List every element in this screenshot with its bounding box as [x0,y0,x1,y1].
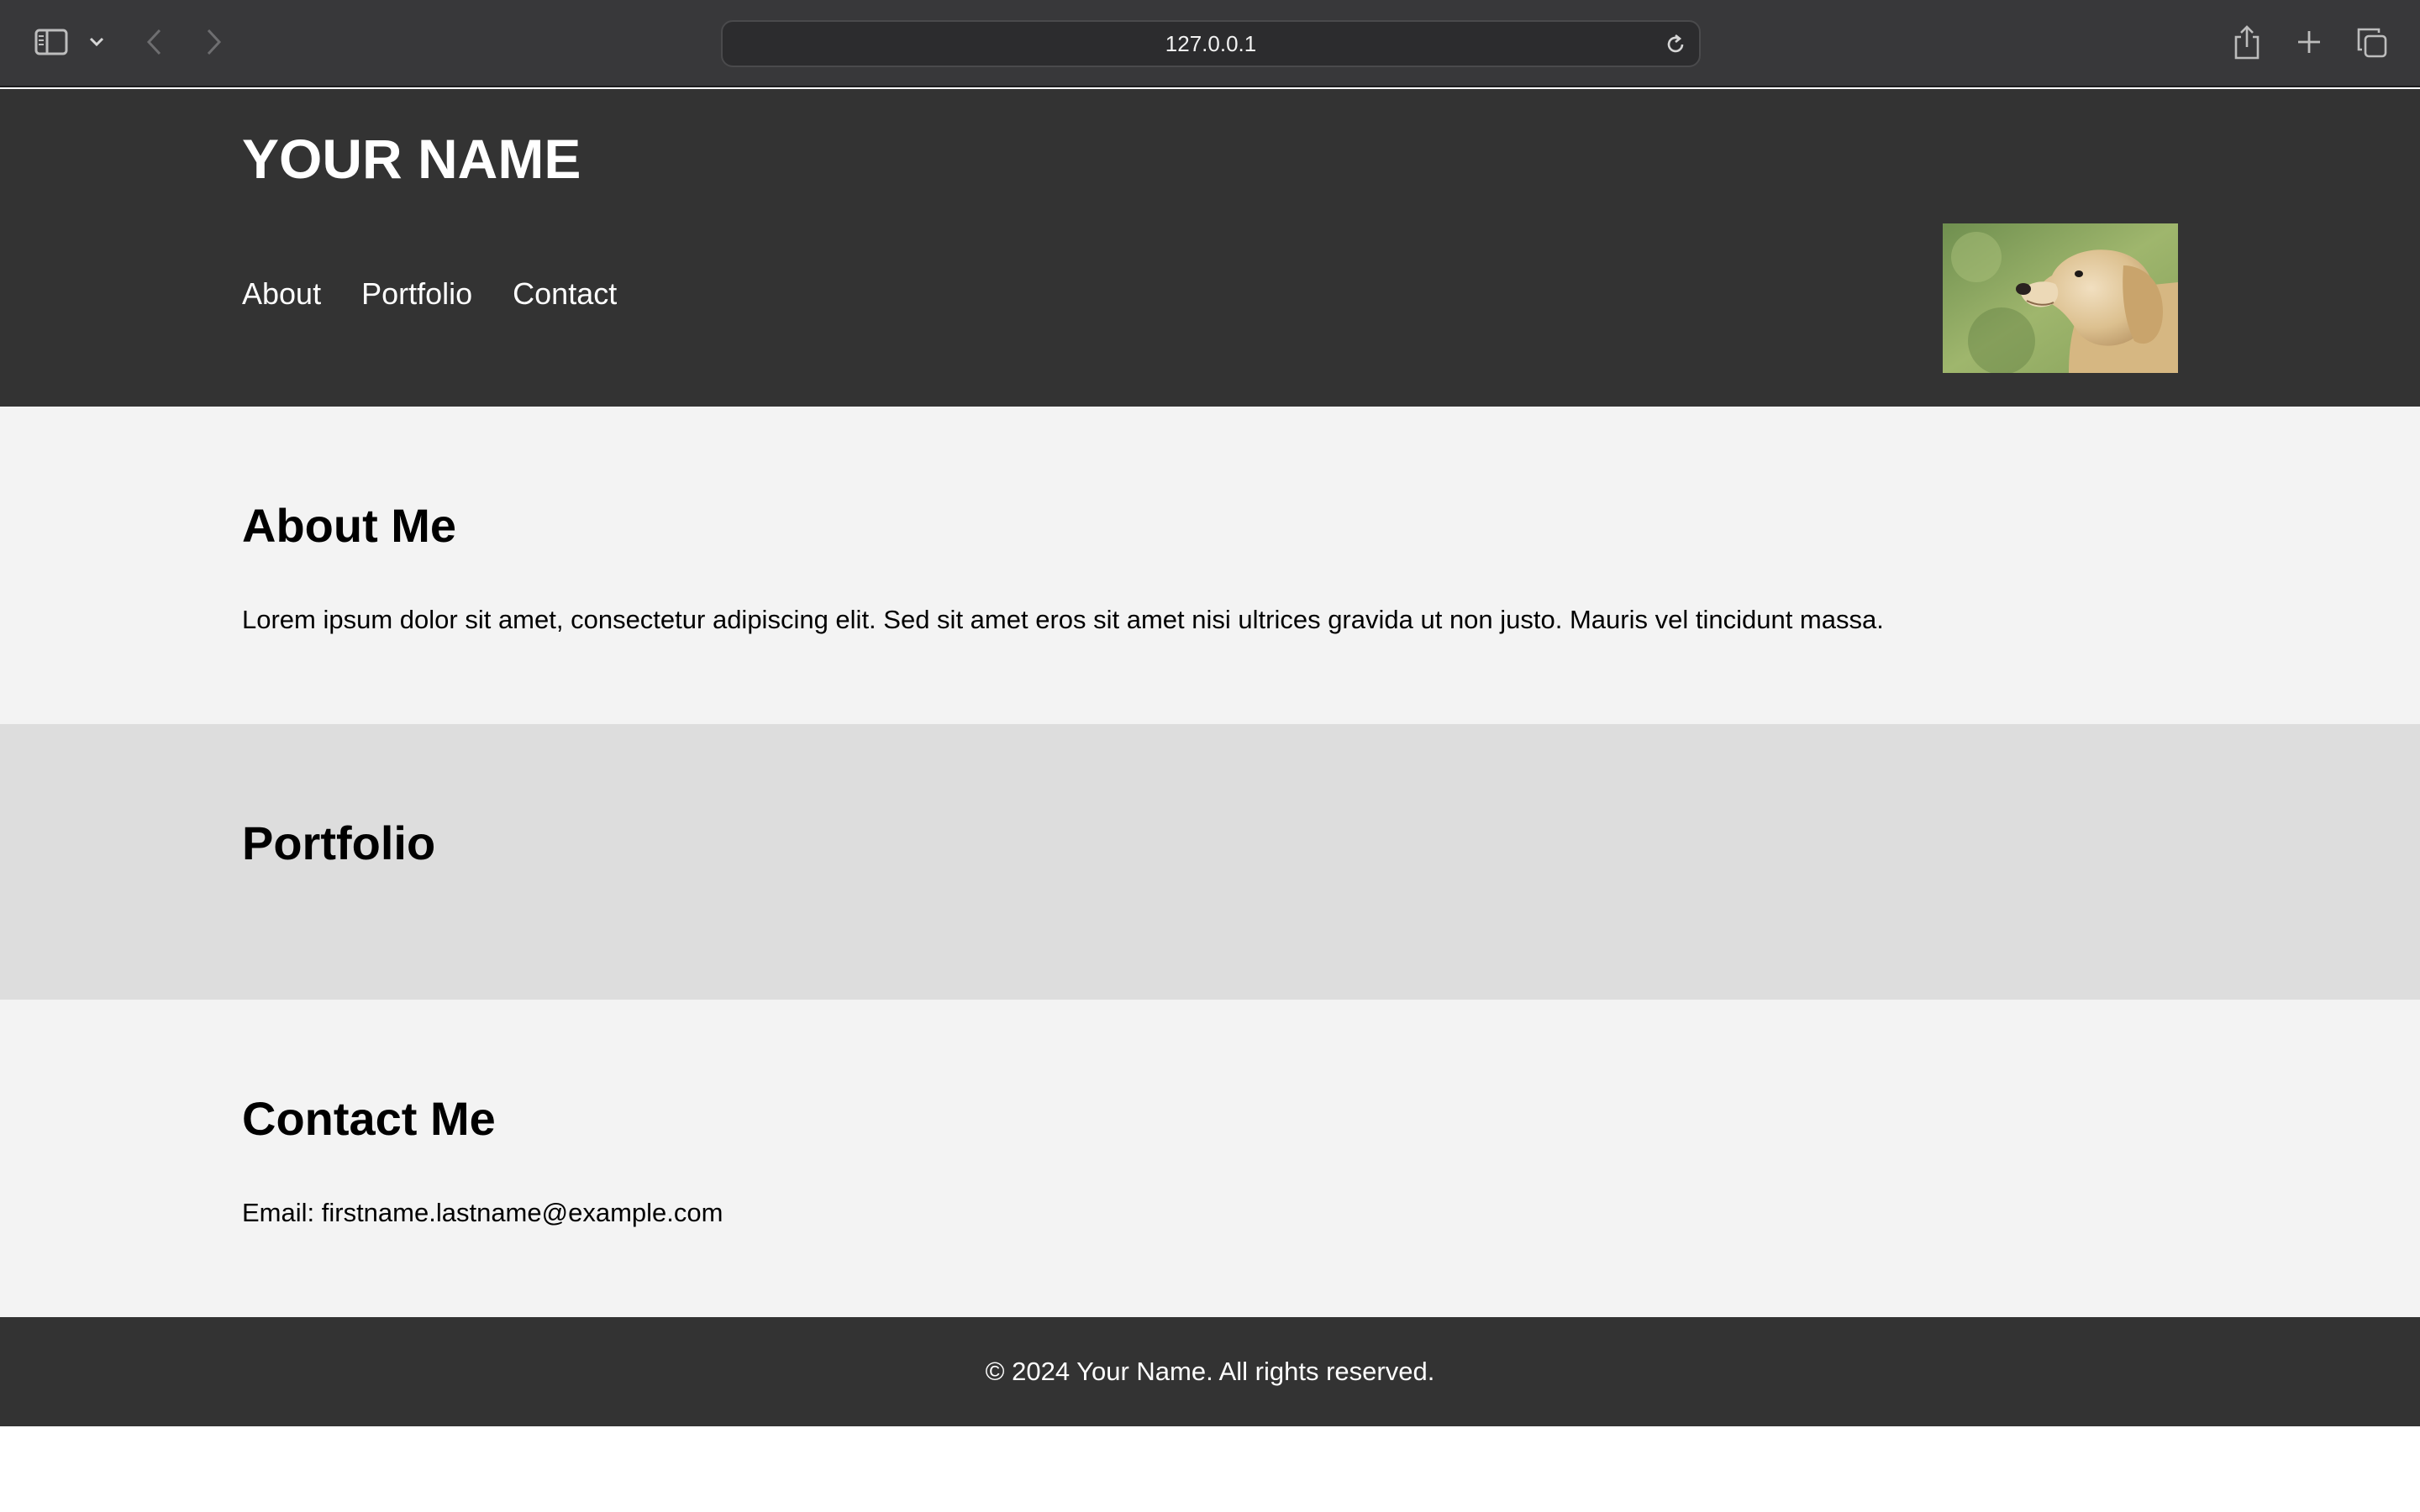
footer-copyright: © 2024 Your Name. All rights reserved. [985,1357,1435,1386]
nav-link-contact[interactable]: Contact [513,279,617,309]
sidebar-icon[interactable] [32,25,71,59]
reload-icon[interactable] [1660,29,1691,60]
back-arrow-icon[interactable] [139,25,168,59]
url-text: 127.0.0.1 [1165,30,1257,56]
browser-toolbar: 127.0.0.1 [0,0,2420,87]
nav-link-portfolio[interactable]: Portfolio [361,279,472,309]
tab-overview-icon[interactable] [2354,25,2390,60]
contact-heading: Contact Me [242,1092,496,1145]
forward-arrow-icon[interactable] [200,25,229,59]
profile-photo [1943,223,2178,373]
site-title: YOUR NAME [242,128,581,190]
share-icon[interactable] [2230,24,2264,62]
portfolio-section: Portfolio [0,724,2420,1000]
site-footer: © 2024 Your Name. All rights reserved. [0,1317,2420,1426]
site-nav: About Portfolio Contact [242,279,617,309]
about-text: Lorem ipsum dolor sit amet, consectetur … [242,605,1884,634]
contact-email: Email: firstname.lastname@example.com [242,1198,723,1227]
chevron-down-icon[interactable] [87,30,106,54]
nav-link-about[interactable]: About [242,279,321,309]
about-section: About Me Lorem ipsum dolor sit amet, con… [0,407,2420,724]
address-bar[interactable]: 127.0.0.1 [721,20,1701,67]
web-page: YOUR NAME About Portfolio Contact About … [0,89,2420,1426]
about-heading: About Me [242,499,457,552]
portfolio-heading: Portfolio [242,816,436,869]
contact-section: Contact Me Email: firstname.lastname@exa… [0,1000,2420,1317]
site-header: YOUR NAME About Portfolio Contact [0,89,2420,407]
plus-icon[interactable] [2292,25,2326,59]
